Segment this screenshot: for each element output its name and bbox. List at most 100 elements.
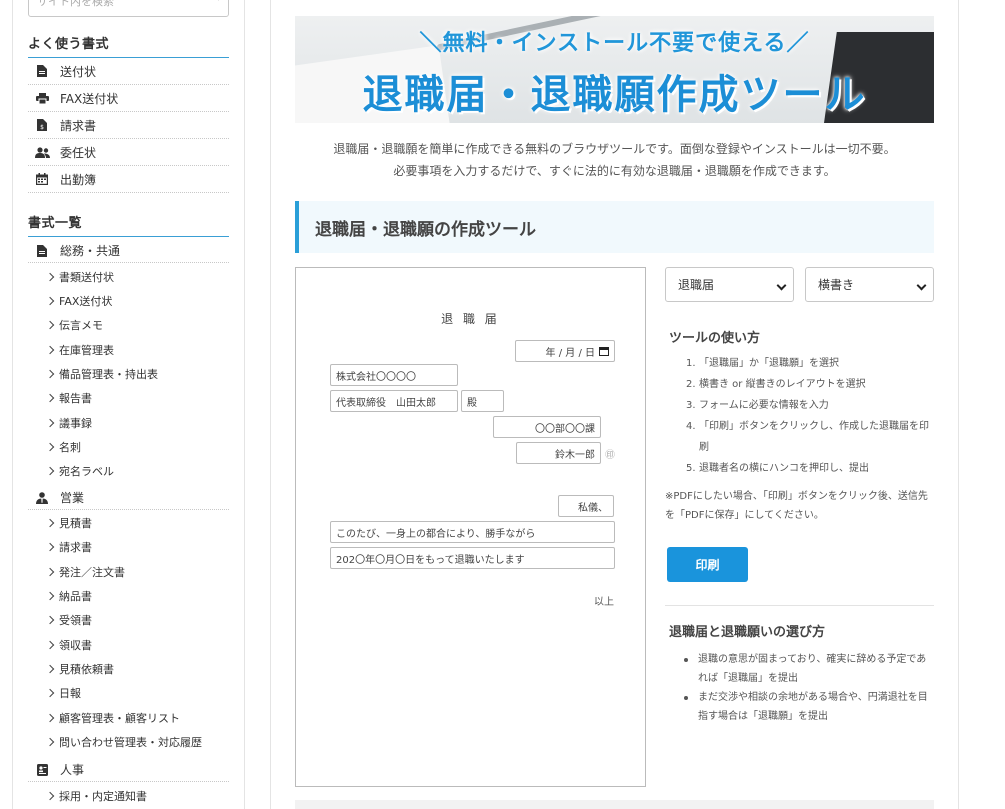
sidebar-subitem-label: 見積書 bbox=[59, 517, 92, 530]
name-field[interactable]: 鈴木一郎 bbox=[516, 442, 601, 464]
ceo-name-field[interactable]: 代表取締役 山田太郎 bbox=[330, 390, 458, 412]
chevron-right-icon bbox=[45, 664, 55, 674]
howto-step-text: 退職者名の横にハンコを押印し、提出 bbox=[699, 463, 869, 474]
sidebar-category-hr[interactable]: 人事 bbox=[28, 758, 229, 782]
sidebar-subitem[interactable]: 請求書 bbox=[45, 535, 229, 559]
chevron-right-icon bbox=[45, 518, 55, 528]
watakushi-field[interactable]: 私儀、 bbox=[558, 495, 614, 517]
howto-step: 4. 「印刷」ボタンをクリックし、作成した退職届を印刷 bbox=[686, 416, 936, 458]
sidebar-subitem[interactable]: 議事録 bbox=[45, 411, 229, 435]
sidebar-item-fax[interactable]: FAX送付状 bbox=[28, 85, 229, 112]
sidebar-subitem-label: 見積依頼書 bbox=[59, 663, 114, 676]
sidebar-subitem[interactable]: 受領書 bbox=[45, 608, 229, 632]
sidebar-subitem[interactable]: 採用・内定通知書 bbox=[45, 784, 229, 808]
department-field[interactable]: 〇〇部〇〇課 bbox=[493, 416, 601, 438]
sidebar-subitem-label: 発注／注文書 bbox=[59, 566, 125, 579]
hero-banner: ＼無料・インストール不要で使える／ 退職届・退職願作成ツール bbox=[295, 16, 934, 123]
body-line-2-field[interactable]: 202〇年〇月〇日をもって退職いたします bbox=[330, 547, 615, 569]
sidebar-subitem[interactable]: 書類送付状 bbox=[45, 265, 229, 289]
sidebar-subitem[interactable]: 見積書 bbox=[45, 511, 229, 535]
sidebar-subitem-label: 請求書 bbox=[59, 541, 92, 554]
user-tie-icon bbox=[31, 491, 53, 504]
sidebar-item-label: 請求書 bbox=[60, 118, 97, 133]
sidebar-subitem[interactable]: 伝言メモ bbox=[45, 313, 229, 337]
sidebar-item-label: 出勤簿 bbox=[60, 172, 97, 187]
sidebar-item-cover-letter[interactable]: 送付状 bbox=[28, 58, 229, 85]
chevron-right-icon bbox=[45, 296, 55, 306]
list-item-text: まだ交渉や相談の余地がある場合や、円満退社を目指す場合は「退職願」を提出 bbox=[698, 692, 928, 722]
banner-subtitle: ＼無料・インストール不要で使える／ bbox=[419, 31, 810, 56]
id-card-icon bbox=[31, 763, 53, 776]
sidebar-subitem[interactable]: 備品管理表・持出表 bbox=[45, 362, 229, 386]
chevron-right-icon bbox=[45, 393, 55, 403]
sidebar-item-label: 送付状 bbox=[60, 64, 97, 79]
intro-line-1: 退職届・退職願を簡単に作成できる無料のブラウザツールです。面倒な登録やインストー… bbox=[333, 142, 896, 156]
sidebar-subitem[interactable]: 日報 bbox=[45, 681, 229, 705]
next-section-edge bbox=[295, 800, 934, 809]
sidebar-subitem-label: 在庫管理表 bbox=[59, 344, 114, 357]
company-field[interactable]: 株式会社〇〇〇〇 bbox=[330, 364, 458, 386]
layout-value: 横書き bbox=[818, 278, 855, 292]
sidebar-item-label: FAX送付状 bbox=[60, 91, 119, 106]
layout-select[interactable]: 横書き bbox=[805, 267, 934, 302]
sidebar-subitem[interactable]: 見積依頼書 bbox=[45, 657, 229, 681]
intro-line-2: 必要事項を入力するだけで、すぐに法的に有効な退職届・退職願を作成できます。 bbox=[393, 164, 836, 178]
sidebar-subitem-label: 議事録 bbox=[59, 417, 92, 430]
sidebar-subitem-label: 日報 bbox=[59, 687, 81, 700]
print-button[interactable]: 印刷 bbox=[667, 547, 748, 582]
choose-list: 退職の意思が固まっており、確実に辞める予定であれば「退職届」を提出 まだ交渉や相… bbox=[684, 650, 934, 726]
chevron-right-icon bbox=[45, 615, 55, 625]
howto-step-text: 「退職届」か「退職願」を選択 bbox=[699, 358, 839, 369]
intro-text: 退職届・退職願を簡単に作成できる無料のブラウザツールです。面倒な登録やインストー… bbox=[295, 138, 934, 182]
howto-step-text: 「印刷」ボタンをクリックし、作成した退職届を印刷 bbox=[699, 421, 929, 453]
search-placeholder: サイト内を検索 bbox=[37, 0, 114, 8]
body-line-1-field[interactable]: このたび、一身上の都合により、勝手ながら bbox=[330, 521, 615, 543]
document-type-value: 退職届 bbox=[678, 278, 715, 292]
sidebar-subitem-label: 領収書 bbox=[59, 639, 92, 652]
chevron-right-icon bbox=[45, 369, 55, 379]
search-icon[interactable] bbox=[208, 0, 220, 1]
honorific-field[interactable]: 殿 bbox=[461, 390, 504, 412]
file-icon bbox=[31, 244, 53, 257]
date-field[interactable]: 年 / 月 / 日 bbox=[515, 340, 615, 362]
howto-steps: 1. 「退職届」か「退職願」を選択 2. 横書き or 縦書きのレイアウトを選択 3… bbox=[686, 353, 936, 479]
sidebar-subitem-label: 伝言メモ bbox=[59, 319, 103, 332]
sidebar-subitem[interactable]: 領収書 bbox=[45, 633, 229, 657]
banner-title: 退職届・退職願作成ツール bbox=[362, 72, 867, 118]
howto-step: 3. フォームに必要な情報を入力 bbox=[686, 395, 936, 416]
howto-heading: ツールの使い方 bbox=[669, 331, 761, 346]
sidebar-item-attendance[interactable]: 出勤簿 bbox=[28, 166, 229, 193]
sidebar-subitem[interactable]: 在庫管理表 bbox=[45, 338, 229, 362]
sidebar-subitem[interactable]: FAX送付状 bbox=[45, 289, 229, 313]
sidebar-category-general[interactable]: 総務・共通 bbox=[28, 239, 229, 263]
sidebar-subitem[interactable]: 報告書 bbox=[45, 386, 229, 410]
calendar-icon bbox=[31, 173, 53, 185]
closing-text: 以上 bbox=[594, 597, 614, 608]
list-item: まだ交渉や相談の余地がある場合や、円満退社を目指す場合は「退職願」を提出 bbox=[684, 688, 934, 726]
sidebar-subitem[interactable]: 名刺 bbox=[45, 435, 229, 459]
sidebar-subitem[interactable]: 問い合わせ管理表・対応履歴 bbox=[45, 730, 229, 754]
howto-step-text: 横書き or 縦書きのレイアウトを選択 bbox=[699, 379, 866, 390]
section-divider bbox=[665, 605, 934, 606]
chevron-right-icon bbox=[45, 542, 55, 552]
date-placeholder: 年 / 月 / 日 bbox=[545, 347, 595, 359]
chevron-right-icon bbox=[45, 640, 55, 650]
chevron-right-icon bbox=[45, 688, 55, 698]
sidebar-category-sales[interactable]: 営業 bbox=[28, 486, 229, 510]
sidebar-subitem[interactable]: 顧客管理表・顧客リスト bbox=[45, 706, 229, 730]
sidebar-subitem-label: FAX送付状 bbox=[59, 295, 113, 308]
calendar-icon[interactable] bbox=[599, 346, 609, 356]
sidebar-subitem[interactable]: 宛名ラベル bbox=[45, 459, 229, 483]
sidebar-item-invoice[interactable]: $ 請求書 bbox=[28, 112, 229, 139]
frequent-heading: よく使う書式 bbox=[28, 33, 229, 58]
document-type-select[interactable]: 退職届 bbox=[665, 267, 794, 302]
choose-heading: 退職届と退職願いの選び方 bbox=[669, 625, 826, 640]
sidebar-subitem[interactable]: 発注／注文書 bbox=[45, 560, 229, 584]
sidebar-item-proxy[interactable]: 委任状 bbox=[28, 139, 229, 166]
chevron-right-icon bbox=[45, 272, 55, 282]
sidebar-subitem[interactable]: 納品書 bbox=[45, 584, 229, 608]
chevron-right-icon bbox=[45, 713, 55, 723]
sidebar-subitem-label: 報告書 bbox=[59, 392, 92, 405]
chevron-right-icon bbox=[45, 418, 55, 428]
search-input[interactable]: サイト内を検索 bbox=[28, 0, 229, 17]
